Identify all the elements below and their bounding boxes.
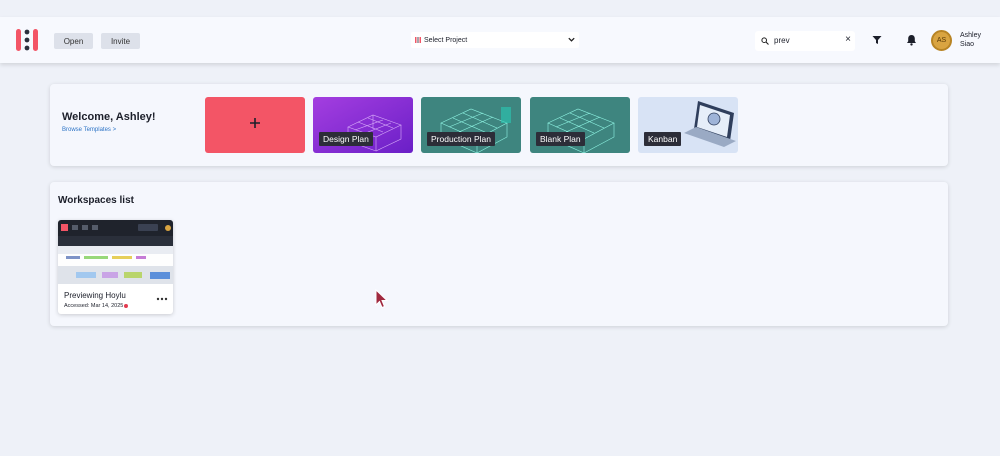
workspace-thumbnail-icon [58,220,173,284]
template-label: Design Plan [319,132,373,146]
workspace-card[interactable]: Previewing Hoylu Accessed: Mar 14, 2025 [58,220,173,314]
invite-button[interactable]: Invite [101,33,140,49]
user-avatar[interactable]: AS [931,30,952,51]
clear-search-icon[interactable]: × [845,35,851,45]
more-options-icon[interactable] [156,296,168,302]
workspace-accessed-date: Accessed: Mar 14, 2025 [64,303,124,309]
search-icon [761,37,769,45]
search-value: prev [774,36,790,45]
hoylu-logo-icon[interactable] [15,28,39,52]
welcome-title: Welcome, Ashley! [62,111,156,123]
chevron-down-icon [568,37,575,42]
mouse-cursor-icon [375,289,388,309]
welcome-panel: Welcome, Ashley! Browse Templates > Desi… [50,84,948,166]
browse-templates-link[interactable]: Browse Templates > [62,127,116,133]
plus-icon [250,118,260,128]
template-label: Kanban [644,132,682,146]
workspace-accessed: Accessed: Mar 14, 2025 [64,303,129,309]
open-button[interactable]: Open [54,33,93,49]
template-production-plan[interactable]: Production Plan [421,97,521,153]
workspaces-panel: Workspaces list Previewing Hoylu Accesse… [50,182,948,326]
project-select-dropdown[interactable]: Select Project [411,32,579,48]
unread-dot-icon [124,303,129,308]
workspace-name: Previewing Hoylu [64,291,126,300]
template-design-plan[interactable]: Design Plan [313,97,413,153]
filter-icon[interactable] [872,35,882,45]
new-workspace-button[interactable] [205,97,305,153]
hoylu-mini-logo-icon [415,37,421,43]
bell-icon[interactable] [906,34,917,46]
template-label: Production Plan [427,132,496,146]
template-label: Blank Plan [536,132,585,146]
template-kanban[interactable]: Kanban [638,97,738,153]
template-blank-plan[interactable]: Blank Plan [530,97,630,153]
workspaces-title: Workspaces list [58,195,134,206]
search-input[interactable]: prev × [755,31,855,51]
user-name[interactable]: Ashley Siao [960,31,996,49]
top-navigation-bar: Open Invite Select Project prev × AS Ash… [0,17,1000,63]
project-select-label: Select Project [424,36,468,44]
